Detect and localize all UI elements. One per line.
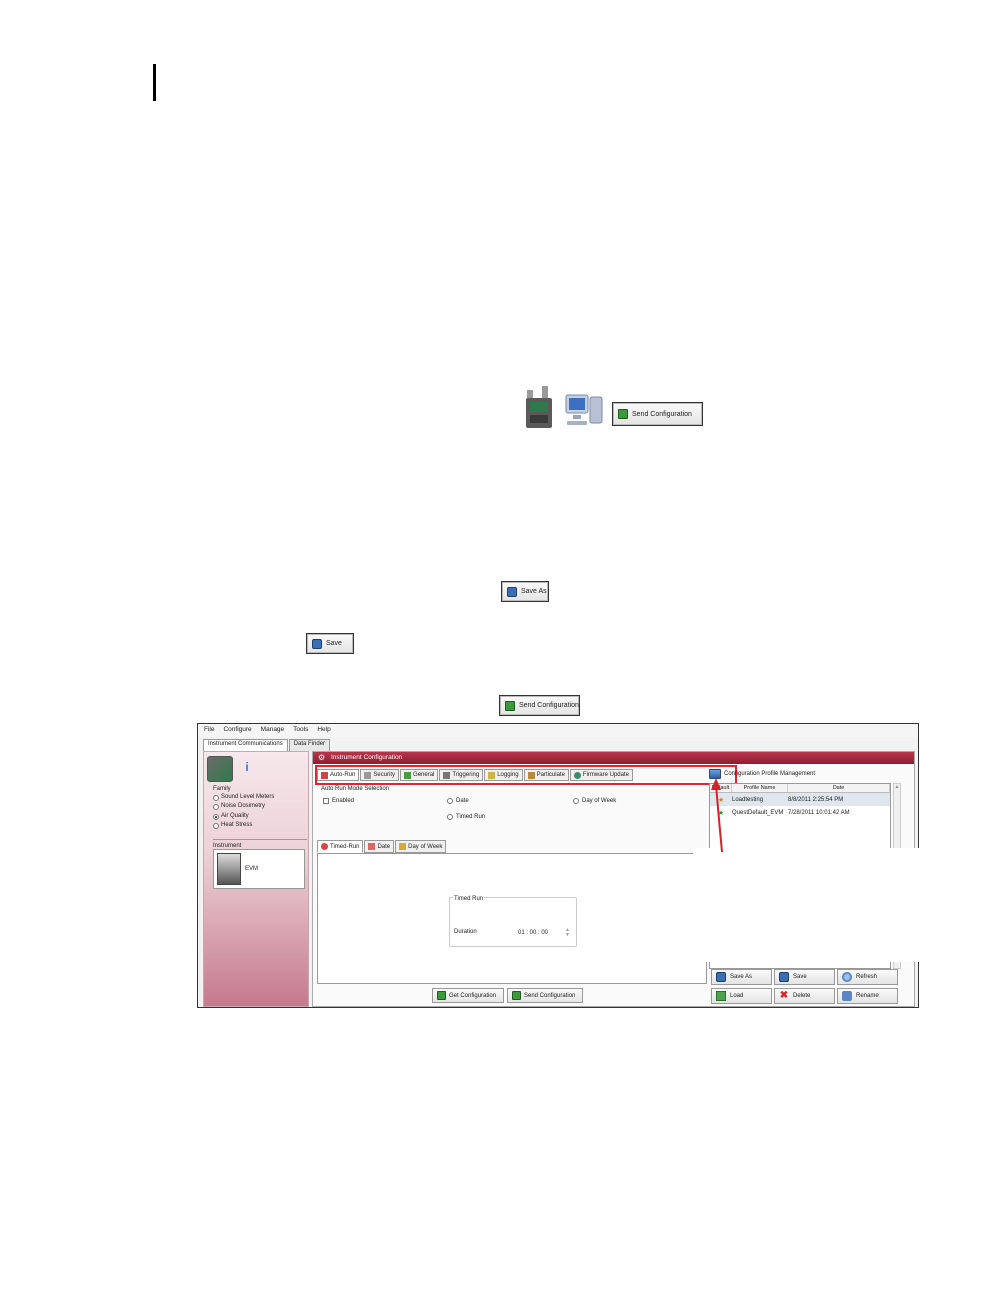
week-icon (399, 843, 407, 850)
quest-suite-icon[interactable] (207, 756, 233, 782)
family-options: Sound Level Meters Noise Dosimetry Air Q… (213, 793, 274, 831)
profile-refresh-button[interactable]: Refresh (837, 969, 898, 985)
save-as-button[interactable]: Save As (501, 581, 549, 602)
col-date: Date (788, 784, 890, 792)
send-configuration-button[interactable]: Send Configuration (612, 402, 703, 426)
radio-selected-icon (213, 813, 219, 820)
mode-option-date[interactable]: Date (447, 798, 469, 804)
menu-bar: File Configure Manage Tools Help (198, 724, 918, 737)
send-configuration-app-button[interactable]: Send Configuration (507, 988, 583, 1003)
margin-bar (153, 64, 156, 101)
evm-device-icon (217, 853, 241, 885)
profile-save-as-button[interactable]: Save As (711, 969, 772, 985)
menu-help[interactable]: Help (317, 726, 330, 735)
instrument-label: Instrument (213, 839, 307, 849)
default-star-icon: ★ (717, 796, 725, 804)
profile-table-header: Default Profile Name Date (710, 784, 890, 793)
radio-icon (213, 804, 219, 811)
auto-run-mode-label: Auto Run Mode Selection (321, 786, 390, 792)
calendar-icon (368, 843, 376, 850)
send-config-icon (505, 700, 515, 711)
tab-instrument-communications[interactable]: Instrument Communications (203, 739, 288, 751)
col-default: Default (710, 784, 732, 792)
family-option-air-quality[interactable]: Air Quality (213, 812, 274, 821)
profile-delete-button[interactable]: ✖ Delete (774, 988, 835, 1004)
callout-arrow-icon (711, 778, 723, 853)
duration-input[interactable]: 01 : 00 : 00 (518, 930, 548, 936)
main-tabs: Instrument Communications Data Finder (203, 739, 331, 751)
save-icon (779, 972, 789, 982)
send-configuration-button-2[interactable]: Send Configuration (499, 695, 580, 716)
get-configuration-button[interactable]: Get Configuration (432, 988, 504, 1003)
timed-run-group: Timed Run Duration 01 : 00 : 00 ▲ ▼ (449, 896, 577, 947)
send-config-icon (618, 409, 628, 419)
computer-icon (564, 393, 604, 427)
duration-label: Duration (454, 929, 477, 935)
timed-run-body: Timed Run Duration 01 : 00 : 00 ▲ ▼ (317, 853, 707, 984)
rename-icon (842, 991, 852, 1001)
timed-run-group-title: Timed Run (453, 896, 485, 902)
auto-run-subtabs: Timed-Run Date Day of Week (317, 840, 447, 853)
table-row[interactable]: ★ Loadtesting 8/8/2011 2:25:54 PM (710, 793, 890, 806)
enabled-checkbox[interactable]: Enabled (323, 798, 354, 804)
save-button[interactable]: Save (306, 633, 354, 654)
delete-icon: ✖ (779, 990, 789, 1001)
send-config-icon (512, 991, 521, 1000)
subtab-date[interactable]: Date (364, 840, 395, 853)
refresh-icon (842, 972, 852, 982)
family-option-heat-stress[interactable]: Heat Stress (213, 821, 274, 830)
profile-rename-button[interactable]: Rename (837, 988, 898, 1004)
clock-icon (321, 843, 328, 850)
default-star-icon: ★ (717, 809, 725, 817)
duration-spinner[interactable]: ▲ ▼ (565, 928, 570, 938)
radio-icon (213, 794, 219, 801)
menu-manage[interactable]: Manage (261, 726, 285, 735)
load-icon (716, 991, 726, 1001)
menu-configure[interactable]: Configure (223, 726, 251, 735)
instrument-name: EVM (245, 866, 259, 872)
radio-icon (573, 798, 579, 804)
menu-file[interactable]: File (204, 726, 214, 735)
profile-icon (709, 769, 721, 779)
table-row[interactable]: ★ QuestDefault_EVM 7/28/2011 10:01:42 AM (710, 806, 890, 819)
radio-icon (447, 798, 453, 804)
family-option-noise-dosimetry[interactable]: Noise Dosimetry (213, 802, 274, 811)
menu-tools[interactable]: Tools (293, 726, 308, 735)
profile-save-button[interactable]: Save (774, 969, 835, 985)
get-config-icon (437, 991, 446, 1000)
checkbox-icon (323, 798, 329, 804)
profile-load-button[interactable]: Load (711, 988, 772, 1004)
col-profile-name: Profile Name (732, 784, 788, 792)
info-icon[interactable]: i (239, 760, 255, 778)
save-as-icon (507, 586, 517, 597)
mode-option-timed-run[interactable]: Timed Run (447, 814, 485, 820)
left-pane: i Family Sound Level Meters Noise Dosime… (203, 751, 309, 1007)
gear-icon: ⚙ (318, 753, 326, 762)
mode-option-day-of-week[interactable]: Day of Week (573, 798, 616, 804)
profile-management-header: Configuration Profile Management (709, 769, 815, 779)
radio-icon (447, 814, 453, 820)
instrument-card-evm[interactable]: EVM (213, 849, 305, 889)
evm-device-icon (522, 384, 558, 428)
subtab-day-of-week[interactable]: Day of Week (395, 840, 447, 853)
radio-icon (213, 822, 219, 829)
family-option-sound-level-meters[interactable]: Sound Level Meters (213, 793, 274, 802)
family-label: Family (213, 786, 231, 792)
save-icon (312, 638, 322, 649)
tabs-highlight-box (315, 765, 737, 785)
tab-data-finder[interactable]: Data Finder (288, 739, 331, 751)
subtab-timed-run[interactable]: Timed-Run (317, 840, 364, 853)
save-as-icon (716, 972, 726, 982)
callout-box (693, 848, 919, 962)
config-title-bar: ⚙ Instrument Configuration (313, 752, 914, 764)
